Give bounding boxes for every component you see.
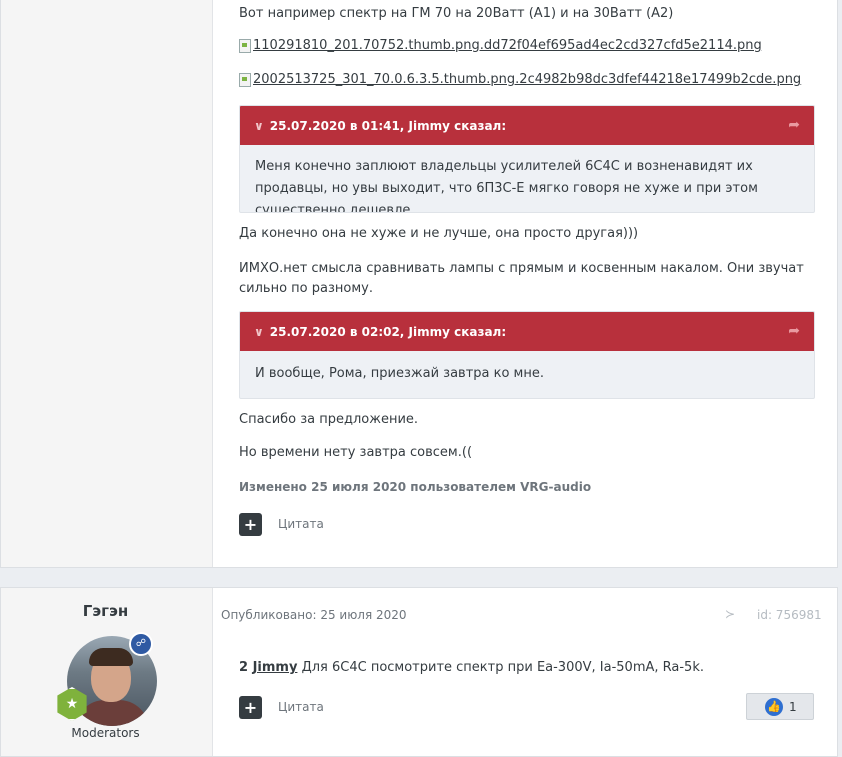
post-text: Спасибо за предложение. [239,412,419,427]
image-link-1[interactable]: 110291810_201.70752.thumb.png.dd72f04ef6… [239,38,762,53]
reaction-button[interactable]: 👍 1 [746,693,814,720]
reaction-count: 1 [789,699,797,714]
quote-button[interactable]: Цитата [278,517,324,531]
plus-icon[interactable]: + [239,696,262,719]
post-text: Да конечно она не хуже и не лучше, она п… [239,226,639,241]
post-text: Но времени нету завтра совсем.(( [239,445,473,460]
share-icon[interactable]: ➦ [788,323,800,339]
edited-note: Изменено 25 июля 2020 пользователем VRG-… [239,480,592,494]
quote-header[interactable]: ∨ 25.07.2020 в 01:41, Jimmy сказал: ➦ [240,106,814,145]
post-text: 2 Jimmy Для 6С4С посмотрите спектр при Е… [239,660,704,675]
mention-link[interactable]: Jimmy [253,660,298,675]
chevron-down-icon[interactable]: ∨ [254,325,264,339]
author-panel [1,0,213,567]
quote-block-2: ∨ 25.07.2020 в 02:02, Jimmy сказал: ➦ И … [239,311,815,399]
post-text-intro: Вот например спектр на ГМ 70 на 20Ватт (… [239,6,674,21]
post-text: ИМХО.нет смысла сравнивать лампы с прямы… [239,261,804,296]
share-icon[interactable]: ➦ [788,117,800,133]
image-link-label: 2002513725_301_70.0.6.3.5.thumb.png.2c49… [253,72,802,87]
share-icon[interactable]: ≻ [725,607,735,621]
chevron-down-icon[interactable]: ∨ [254,119,264,133]
quote-body: И вообще, Рома, приезжай завтра ко мне. [255,366,544,381]
post-text-body: Для 6С4С посмотрите спектр при Еа-300V, … [297,660,704,675]
post-date[interactable]: Опубликовано: 25 июля 2020 [221,608,407,622]
author-name-wrap: Гэгэн [0,601,211,620]
thumbs-up-icon: 👍 [765,697,783,716]
quote-author-line: 25.07.2020 в 01:41, Jimmy сказал: [269,118,507,133]
quote-button[interactable]: Цитата [278,700,324,714]
image-link-label: 110291810_201.70752.thumb.png.dd72f04ef6… [253,38,762,53]
post-text-prefix: 2 [239,660,253,675]
broken-image-icon [239,38,251,53]
image-link-2[interactable]: 2002513725_301_70.0.6.3.5.thumb.png.2c49… [239,72,801,87]
quote-block-1: ∨ 25.07.2020 в 01:41, Jimmy сказал: ➦ Ме… [239,105,815,213]
plus-icon[interactable]: + [239,513,262,536]
quote-body: Меня конечно заплюют владельцы усилителе… [255,159,758,213]
post-id: id: 756981 [757,608,822,622]
quote-author-line: 25.07.2020 в 02:02, Jimmy сказал: [269,324,507,339]
shield-icon: ☍ [129,632,153,656]
broken-image-icon [239,72,251,87]
avatar-hair [89,648,133,666]
author-group: Moderators [71,726,140,740]
author-name[interactable]: Гэгэн [83,602,129,620]
quote-header[interactable]: ∨ 25.07.2020 в 02:02, Jimmy сказал: ➦ [240,312,814,351]
